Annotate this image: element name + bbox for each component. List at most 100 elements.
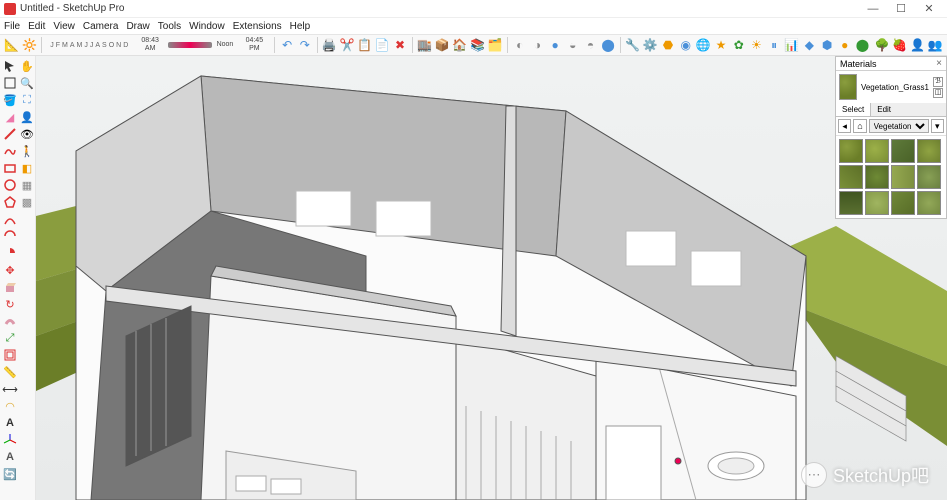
walk-icon[interactable]: 🚶 xyxy=(19,143,35,159)
paste-icon[interactable]: 📄 xyxy=(375,36,391,54)
eraser-icon[interactable]: ◢ xyxy=(2,109,18,125)
material-swatch[interactable] xyxy=(839,165,863,189)
pushpull-icon[interactable] xyxy=(2,279,18,295)
outliner-icon[interactable]: 🗂️ xyxy=(487,36,503,54)
menu-extensions[interactable]: Extensions xyxy=(233,21,282,32)
pie-icon[interactable] xyxy=(2,245,18,261)
menu-draw[interactable]: Draw xyxy=(126,21,149,32)
model-info-icon[interactable]: 📐 xyxy=(4,36,20,54)
style2-icon[interactable]: ◑ xyxy=(530,36,546,54)
ext13-icon[interactable]: ● xyxy=(837,36,853,54)
time-icon[interactable]: 🔆 xyxy=(22,36,38,54)
look-around-icon[interactable]: 👁 xyxy=(19,126,35,142)
ext4-icon[interactable]: ◉ xyxy=(678,36,694,54)
offset-icon[interactable] xyxy=(2,347,18,363)
protractor-icon[interactable]: ◠ xyxy=(2,398,18,414)
arc-icon[interactable] xyxy=(2,211,18,227)
text-icon[interactable]: A xyxy=(2,415,18,431)
cut-icon[interactable]: ✂️ xyxy=(339,36,355,54)
viewport-3d[interactable]: Materials × Vegetation_Grass1 ℬ ◫ Select… xyxy=(36,56,947,500)
material-swatch[interactable] xyxy=(917,165,941,189)
material-swatch[interactable] xyxy=(865,139,889,163)
maximize-button[interactable]: ☐ xyxy=(887,2,915,15)
style5-icon[interactable]: ◓ xyxy=(583,36,599,54)
freehand-icon[interactable] xyxy=(2,143,18,159)
plugin3-icon[interactable]: 👤 xyxy=(910,36,926,54)
undo-icon[interactable]: ↶ xyxy=(279,36,295,54)
zoom-icon[interactable]: 🔍 xyxy=(19,75,35,91)
sandbox2-icon[interactable]: ▩ xyxy=(19,194,35,210)
polygon-icon[interactable] xyxy=(2,194,18,210)
component-icon[interactable]: 📦 xyxy=(434,36,450,54)
menu-tools[interactable]: Tools xyxy=(158,21,181,32)
materials-header[interactable]: Materials × xyxy=(836,57,946,71)
ext2-icon[interactable]: ⚙️ xyxy=(643,36,659,54)
menu-window[interactable]: Window xyxy=(189,21,225,32)
ext12-icon[interactable]: ⬢ xyxy=(819,36,835,54)
tape-icon[interactable]: 📏 xyxy=(2,364,18,380)
style1-icon[interactable]: ◐ xyxy=(512,36,528,54)
layers-icon[interactable]: 📚 xyxy=(470,36,486,54)
material-swatch[interactable] xyxy=(839,139,863,163)
materials-close-icon[interactable]: × xyxy=(936,58,942,69)
time-slider[interactable] xyxy=(168,42,212,48)
material-swatch[interactable] xyxy=(891,139,915,163)
ext1-icon[interactable]: 🔧 xyxy=(625,36,641,54)
sandbox1-icon[interactable]: ▦ xyxy=(19,177,35,193)
menu-camera[interactable]: Camera xyxy=(83,21,119,32)
redo-icon[interactable]: ↷ xyxy=(297,36,313,54)
menu-view[interactable]: View xyxy=(53,21,75,32)
orbit-icon[interactable]: 🔄 xyxy=(2,466,18,482)
make-component-icon[interactable] xyxy=(2,75,18,91)
section-icon[interactable]: ◧ xyxy=(19,160,35,176)
tab-edit[interactable]: Edit xyxy=(871,103,897,116)
material-picker-icon[interactable]: ℬ xyxy=(933,77,943,87)
material-swatch[interactable] xyxy=(839,191,863,215)
material-swatch[interactable] xyxy=(891,191,915,215)
ext7-icon[interactable]: ✿ xyxy=(731,36,747,54)
month-selector[interactable]: JFM AMJ JAS OND xyxy=(50,42,128,49)
pan-icon[interactable]: ✋ xyxy=(19,58,35,74)
ext11-icon[interactable]: ◆ xyxy=(802,36,818,54)
style4-icon[interactable]: ◒ xyxy=(565,36,581,54)
menu-file[interactable]: File xyxy=(4,21,20,32)
rectangle-icon[interactable] xyxy=(2,160,18,176)
followme-icon[interactable] xyxy=(2,313,18,329)
delete-icon[interactable]: ✖ xyxy=(392,36,408,54)
style6-icon[interactable]: ⬤ xyxy=(600,36,616,54)
material-swatch[interactable] xyxy=(917,139,941,163)
rotate-icon[interactable]: ↻ xyxy=(2,296,18,312)
ext3-icon[interactable]: ⬣ xyxy=(660,36,676,54)
line-tool-icon[interactable] xyxy=(2,126,18,142)
materials-back-icon[interactable]: ◂ xyxy=(838,119,851,133)
menu-edit[interactable]: Edit xyxy=(28,21,45,32)
warehouse-icon[interactable]: 🏬 xyxy=(417,36,433,54)
material-create-icon[interactable]: ◫ xyxy=(933,88,943,98)
print-icon[interactable]: 🖨️ xyxy=(321,36,337,54)
move-icon[interactable]: ✥ xyxy=(2,262,18,278)
material-swatch[interactable] xyxy=(865,165,889,189)
minimize-button[interactable]: — xyxy=(859,3,887,15)
plugin4-icon[interactable]: 👥 xyxy=(927,36,943,54)
ext5-icon[interactable]: 🌐 xyxy=(696,36,712,54)
dimension-icon[interactable]: ⟷ xyxy=(2,381,18,397)
plugin1-icon[interactable]: 🌳 xyxy=(874,36,890,54)
copy-icon[interactable]: 📋 xyxy=(357,36,373,54)
select-tool-icon[interactable] xyxy=(2,58,18,74)
plugin2-icon[interactable]: 🍓 xyxy=(892,36,908,54)
materials-category-select[interactable]: Vegetation xyxy=(869,119,929,133)
material-swatch[interactable] xyxy=(891,165,915,189)
position-camera-icon[interactable]: 👤 xyxy=(19,109,35,125)
axes-icon[interactable] xyxy=(2,432,18,448)
style3-icon[interactable]: ● xyxy=(547,36,563,54)
scale-icon[interactable]: ⤢ xyxy=(2,330,18,346)
ext14-icon[interactable]: ⬤ xyxy=(855,36,871,54)
paint-bucket-icon[interactable]: 🪣 xyxy=(2,92,18,108)
material-swatch[interactable] xyxy=(917,191,941,215)
tab-select[interactable]: Select xyxy=(836,103,871,116)
material-swatch[interactable] xyxy=(865,191,889,215)
materials-home-icon[interactable]: ⌂ xyxy=(853,119,866,133)
ext9-icon[interactable]: ⏸ xyxy=(766,36,782,54)
menu-help[interactable]: Help xyxy=(290,21,311,32)
zoom-extents-icon[interactable]: ⛶ xyxy=(19,92,35,108)
